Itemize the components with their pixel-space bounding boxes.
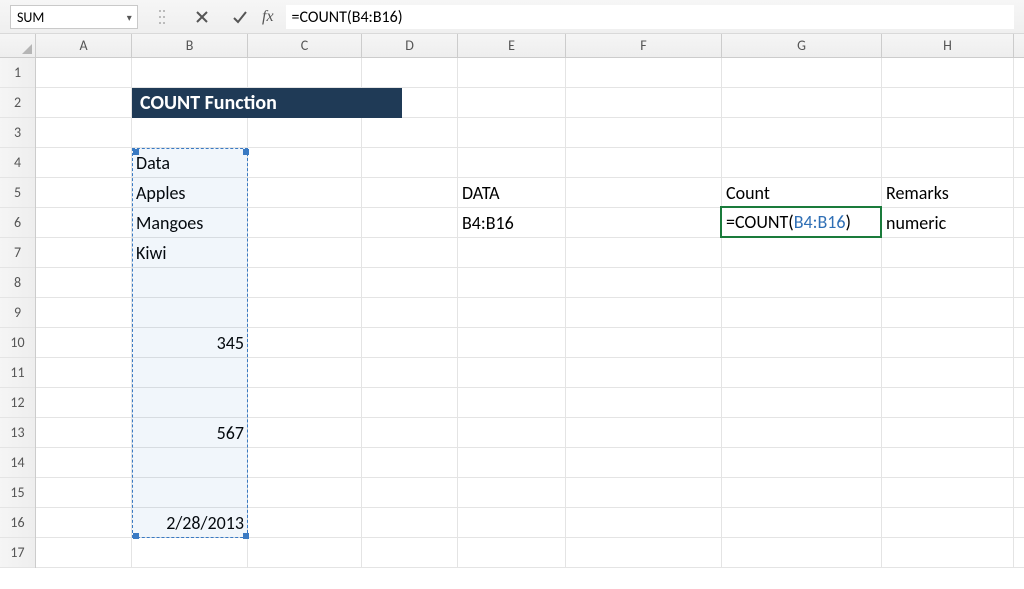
cells-area[interactable]: COUNT Function Data Apples Mangoes Kiwi … <box>36 58 1024 568</box>
grid-lines <box>36 58 1024 568</box>
row-header-9[interactable]: 9 <box>0 298 35 328</box>
formula-prefix: =COUNT( <box>726 211 794 233</box>
cell-B10[interactable]: 345 <box>132 328 248 358</box>
column-header-G[interactable]: G <box>722 34 882 57</box>
cell-H6[interactable]: numeric <box>882 208 1014 238</box>
grid-body: 1234567891011121314151617 COUNT Function… <box>0 58 1024 568</box>
title-cell[interactable]: COUNT Function <box>132 88 402 118</box>
cell-B5[interactable]: Apples <box>132 178 248 208</box>
formula-input[interactable] <box>286 5 1014 29</box>
row-header-4[interactable]: 4 <box>0 148 35 178</box>
select-all-corner[interactable] <box>0 34 36 57</box>
row-header-14[interactable]: 14 <box>0 448 35 478</box>
row-header-2[interactable]: 2 <box>0 88 35 118</box>
column-header-F[interactable]: F <box>566 34 722 57</box>
cell-G5[interactable]: Count <box>722 178 882 208</box>
cell-E5[interactable]: DATA <box>458 178 566 208</box>
column-header-D[interactable]: D <box>362 34 458 57</box>
cell-B6[interactable]: Mangoes <box>132 208 248 238</box>
title-text: COUNT Function <box>140 91 277 115</box>
cancel-formula-icon[interactable] <box>190 5 214 29</box>
row-header-7[interactable]: 7 <box>0 238 35 268</box>
cell-B7[interactable]: Kiwi <box>132 238 248 268</box>
row-header-3[interactable]: 3 <box>0 118 35 148</box>
row-header-15[interactable]: 15 <box>0 478 35 508</box>
row-header-12[interactable]: 12 <box>0 388 35 418</box>
cell-B16[interactable]: 2/28/2013 <box>132 508 248 538</box>
column-headers: ABCDEFGH <box>0 34 1024 58</box>
enter-formula-icon[interactable] <box>228 5 252 29</box>
fx-label[interactable]: fx <box>256 5 280 29</box>
excel-window: ▾ fx ABCDEFGH 1234567891011121314151617 <box>0 0 1024 568</box>
formula-suffix: ) <box>846 211 851 233</box>
cell-H5[interactable]: Remarks <box>882 178 1014 208</box>
cell-B4[interactable]: Data <box>132 148 248 178</box>
formula-bar: ▾ fx <box>0 0 1024 34</box>
column-header-E[interactable]: E <box>458 34 566 57</box>
column-header-H[interactable]: H <box>882 34 1014 57</box>
row-header-13[interactable]: 13 <box>0 418 35 448</box>
formula-range-ref: B4:B16 <box>794 211 846 233</box>
cell-B13[interactable]: 567 <box>132 418 248 448</box>
row-header-17[interactable]: 17 <box>0 538 35 568</box>
row-headers: 1234567891011121314151617 <box>0 58 36 568</box>
row-header-1[interactable]: 1 <box>0 58 35 88</box>
worksheet: ABCDEFGH 1234567891011121314151617 COUNT… <box>0 34 1024 568</box>
formula-bar-buttons <box>152 5 252 29</box>
row-header-6[interactable]: 6 <box>0 208 35 238</box>
cell-E6[interactable]: B4:B16 <box>458 208 566 238</box>
row-header-16[interactable]: 16 <box>0 508 35 538</box>
row-header-10[interactable]: 10 <box>0 328 35 358</box>
column-header-B[interactable]: B <box>132 34 248 57</box>
row-header-5[interactable]: 5 <box>0 178 35 208</box>
name-box-dropdown-icon[interactable]: ▾ <box>121 6 137 28</box>
name-box[interactable]: ▾ <box>10 5 138 29</box>
formula-drag-icon <box>152 5 176 29</box>
column-header-C[interactable]: C <box>248 34 362 57</box>
editing-cell[interactable]: =COUNT(B4:B16) <box>720 206 882 238</box>
row-header-11[interactable]: 11 <box>0 358 35 388</box>
column-header-A[interactable]: A <box>36 34 132 57</box>
name-box-input[interactable] <box>11 9 121 26</box>
row-header-8[interactable]: 8 <box>0 268 35 298</box>
